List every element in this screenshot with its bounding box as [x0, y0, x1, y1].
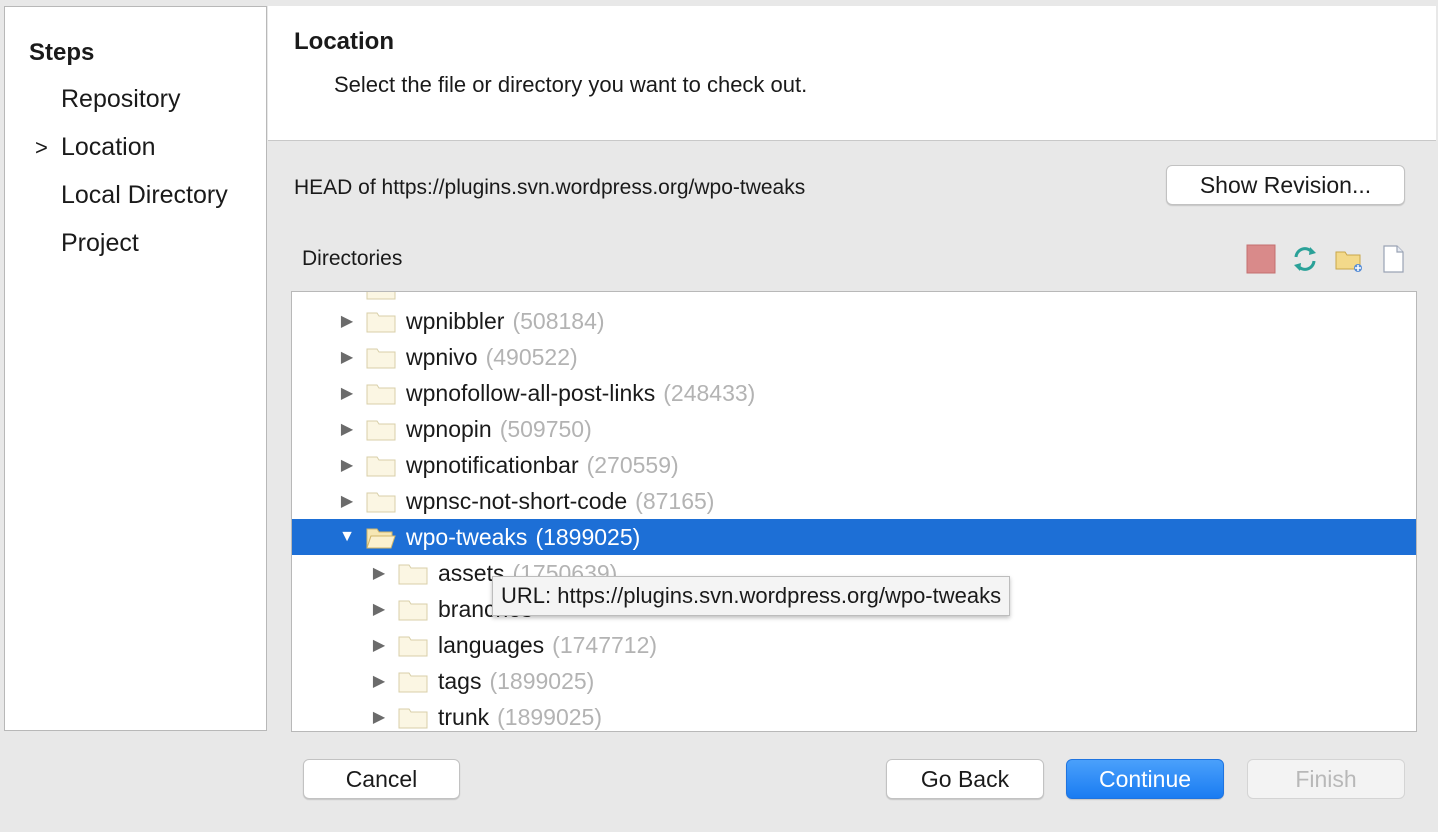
tree-row[interactable]: ▶ wpnotificationbar (270559) [292, 447, 1416, 483]
tree-item-revision: (87165) [635, 487, 715, 514]
tree-row[interactable]: ▶ wpnivo (490522) [292, 339, 1416, 375]
expand-arrow-icon[interactable]: ▶ [336, 491, 358, 511]
tree-item-name: wpnopin [406, 415, 492, 442]
folder-icon [366, 348, 396, 369]
expand-arrow-icon[interactable]: ▶ [368, 707, 390, 727]
page-description: Select the file or directory you want to… [334, 72, 808, 97]
tree-item-revision: (490522) [485, 343, 578, 370]
tree-row[interactable]: ▶ languages (1747712) [292, 627, 1416, 663]
tree-item-name: tags [438, 667, 482, 694]
expand-arrow-icon[interactable]: ▶ [336, 383, 358, 403]
folder-icon [398, 636, 428, 657]
url-tooltip: URL: https://plugins.svn.wordpress.org/w… [492, 576, 1011, 616]
cancel-button[interactable]: Cancel [303, 759, 460, 799]
collapse-arrow-icon[interactable]: ▼ [336, 528, 358, 546]
tree-item-revision: (248433) [663, 379, 756, 406]
tree-item-revision: (1899025) [535, 523, 641, 550]
tree-row-selected[interactable]: ▼ wpo-tweaks (1899025) [292, 519, 1416, 555]
new-file-icon[interactable] [1378, 244, 1408, 274]
page-header: Location Select the file or directory yo… [268, 6, 1436, 141]
folder-icon [366, 492, 396, 513]
step-local-directory: Local Directory [61, 181, 228, 209]
step-location: Location [61, 133, 156, 161]
folder-icon [398, 600, 428, 621]
tree-item-name: wpnibbler [406, 307, 505, 334]
open-folder-icon [366, 528, 396, 549]
folder-icon [366, 420, 396, 441]
expand-arrow-icon[interactable]: ▶ [336, 419, 358, 439]
refresh-icon[interactable] [1290, 244, 1320, 274]
tree-row[interactable]: ▶ wpnopin (509750) [292, 411, 1416, 447]
step-repository: Repository [61, 85, 181, 113]
tree-row[interactable]: ▶ tags (1899025) [292, 663, 1416, 699]
steps-panel: Steps Repository > Location Local Direct… [4, 6, 267, 731]
current-step-chevron-icon: > [35, 135, 48, 160]
folder-icon [366, 384, 396, 405]
continue-button[interactable]: Continue [1066, 759, 1224, 799]
step-project: Project [61, 229, 139, 257]
tree-row[interactable]: ▶ wpnsc-not-short-code (87165) [292, 483, 1416, 519]
expand-arrow-icon[interactable]: ▶ [368, 563, 390, 583]
tree-item-name: wpnofollow-all-post-links [406, 379, 656, 406]
folder-icon [398, 564, 428, 585]
expand-arrow-icon[interactable]: ▶ [368, 671, 390, 691]
tree-row[interactable]: ▶ trunk (1899025) [292, 699, 1416, 731]
tree-item-name: wpnotificationbar [406, 451, 579, 478]
folder-icon [398, 672, 428, 693]
tree-row[interactable]: ▶ wpnibbler (508184) [292, 303, 1416, 339]
tree-item-revision: (509750) [499, 415, 592, 442]
steps-title: Steps [29, 39, 95, 66]
directory-toolbar [1246, 244, 1416, 274]
folder-icon [398, 708, 428, 729]
tree-item-revision: (270559) [586, 451, 679, 478]
directory-tree[interactable]: ▶ wpnibbler (508184) ▶ wpnivo (490522) ▶… [291, 291, 1417, 732]
tree-item-revision: (1899025) [489, 667, 595, 694]
directories-label: Directories [302, 247, 403, 270]
finish-button: Finish [1247, 759, 1405, 799]
folder-icon [366, 456, 396, 477]
folder-icon [366, 312, 396, 333]
tree-item-revision: (1747712) [552, 631, 658, 658]
tree-item-name: wpo-tweaks [406, 523, 528, 550]
tree-item-name: trunk [438, 703, 490, 730]
expand-arrow-icon[interactable]: ▶ [336, 311, 358, 331]
new-folder-icon[interactable] [1334, 244, 1364, 274]
page-title: Location [294, 28, 394, 55]
stop-icon[interactable] [1246, 244, 1276, 274]
expand-arrow-icon[interactable]: ▶ [368, 635, 390, 655]
tree-item-revision: (508184) [512, 307, 605, 334]
head-url-label: HEAD of https://plugins.svn.wordpress.or… [294, 176, 806, 199]
tree-item-revision: (1899025) [497, 703, 602, 730]
expand-arrow-icon[interactable]: ▶ [336, 455, 358, 475]
go-back-button[interactable]: Go Back [886, 759, 1044, 799]
folder-icon [366, 292, 396, 300]
tree-row[interactable]: ▶ wpnofollow-all-post-links (248433) [292, 375, 1416, 411]
expand-arrow-icon[interactable]: ▶ [368, 599, 390, 619]
show-revision-button[interactable]: Show Revision... [1166, 165, 1405, 205]
expand-arrow-icon[interactable]: ▶ [336, 347, 358, 367]
tree-item-name: wpnivo [406, 343, 478, 370]
tree-item-name: wpnsc-not-short-code [406, 487, 628, 514]
tree-item-name: languages [438, 631, 545, 658]
